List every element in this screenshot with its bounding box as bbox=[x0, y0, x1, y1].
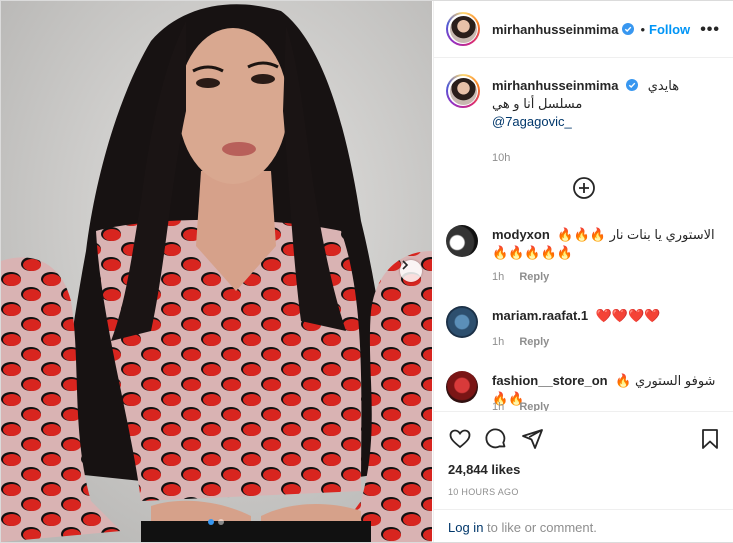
caption-text: mirhanhusseinmima هايدي مسلسل أنا و هي @… bbox=[492, 77, 724, 131]
comment-timestamp[interactable]: 1h bbox=[492, 401, 504, 411]
caption-mention-link[interactable]: @7agagovic_ bbox=[492, 113, 724, 131]
comment-message: ❤️❤️❤️❤️ bbox=[595, 308, 661, 323]
more-options-icon[interactable]: ••• bbox=[700, 21, 720, 39]
post-sidebar: mirhanhusseinmima • Follow ••• mirhanhus… bbox=[433, 1, 733, 542]
comment-timestamp[interactable]: 1h bbox=[492, 271, 504, 283]
carousel-dot bbox=[218, 519, 224, 525]
commenter-avatar[interactable] bbox=[446, 371, 478, 403]
reply-button[interactable]: Reply bbox=[519, 401, 549, 411]
verified-badge-icon bbox=[622, 23, 635, 35]
login-prompt-text: to like or comment. bbox=[487, 520, 597, 535]
bookmark-icon[interactable] bbox=[698, 427, 722, 451]
next-slide-button[interactable] bbox=[400, 260, 422, 282]
caption-timestamp[interactable]: 10h bbox=[492, 152, 510, 164]
caption-line-2: مسلسل أنا و هي bbox=[492, 96, 583, 111]
comments-section[interactable]: mirhanhusseinmima هايدي مسلسل أنا و هي @… bbox=[434, 59, 733, 411]
comment-meta: 1h Reply bbox=[492, 401, 549, 411]
chevron-right-icon bbox=[402, 260, 409, 270]
post-header: mirhanhusseinmima • Follow ••• bbox=[434, 1, 733, 58]
commenter-username[interactable]: mariam.raafat.1 bbox=[492, 308, 588, 323]
comment-meta: 1h Reply bbox=[492, 271, 549, 283]
caption-username[interactable]: mirhanhusseinmima bbox=[492, 78, 618, 93]
action-bar bbox=[434, 411, 733, 451]
verified-badge-icon bbox=[626, 79, 639, 91]
commenter-username[interactable]: modyxon bbox=[492, 227, 550, 242]
heart-icon[interactable] bbox=[448, 427, 472, 451]
author-avatar[interactable] bbox=[446, 12, 480, 46]
login-link[interactable]: Log in bbox=[448, 520, 483, 535]
likes-count[interactable]: 24,844 likes bbox=[448, 462, 520, 477]
author-username[interactable]: mirhanhusseinmima bbox=[492, 22, 618, 37]
reply-button[interactable]: Reply bbox=[519, 271, 549, 283]
post-modal: mirhanhusseinmima • Follow ••• mirhanhus… bbox=[0, 0, 733, 543]
plus-circle-icon[interactable] bbox=[572, 176, 596, 200]
post-timestamp[interactable]: 10 HOURS AGO bbox=[448, 487, 519, 497]
reply-button[interactable]: Reply bbox=[519, 336, 549, 348]
post-photo bbox=[1, 1, 432, 542]
comment-meta: 1h Reply bbox=[492, 336, 549, 348]
paper-plane-icon[interactable] bbox=[520, 427, 544, 451]
likes-label: likes bbox=[491, 462, 521, 477]
comment-text: mariam.raafat.1 ❤️❤️❤️❤️ bbox=[492, 307, 724, 325]
commenter-avatar[interactable] bbox=[446, 225, 478, 257]
caption-avatar[interactable] bbox=[446, 74, 480, 108]
likes-number: 24,844 bbox=[448, 462, 488, 477]
commenter-username[interactable]: fashion__store_on bbox=[492, 373, 608, 388]
carousel-indicator bbox=[208, 519, 224, 525]
comment-text: modyxon الاستوري يا بنات نار 🔥🔥🔥🔥🔥🔥🔥🔥 bbox=[492, 226, 724, 262]
login-prompt: Log in to like or comment. bbox=[434, 509, 733, 542]
post-media[interactable] bbox=[1, 1, 432, 542]
carousel-dot-active bbox=[208, 519, 214, 525]
caption-line-1: هايدي bbox=[647, 78, 680, 93]
comment-timestamp[interactable]: 1h bbox=[492, 336, 504, 348]
follow-button[interactable]: Follow bbox=[649, 22, 690, 37]
comment-bubble-icon[interactable] bbox=[484, 427, 508, 451]
commenter-avatar[interactable] bbox=[446, 306, 478, 338]
header-separator: • bbox=[640, 21, 645, 37]
